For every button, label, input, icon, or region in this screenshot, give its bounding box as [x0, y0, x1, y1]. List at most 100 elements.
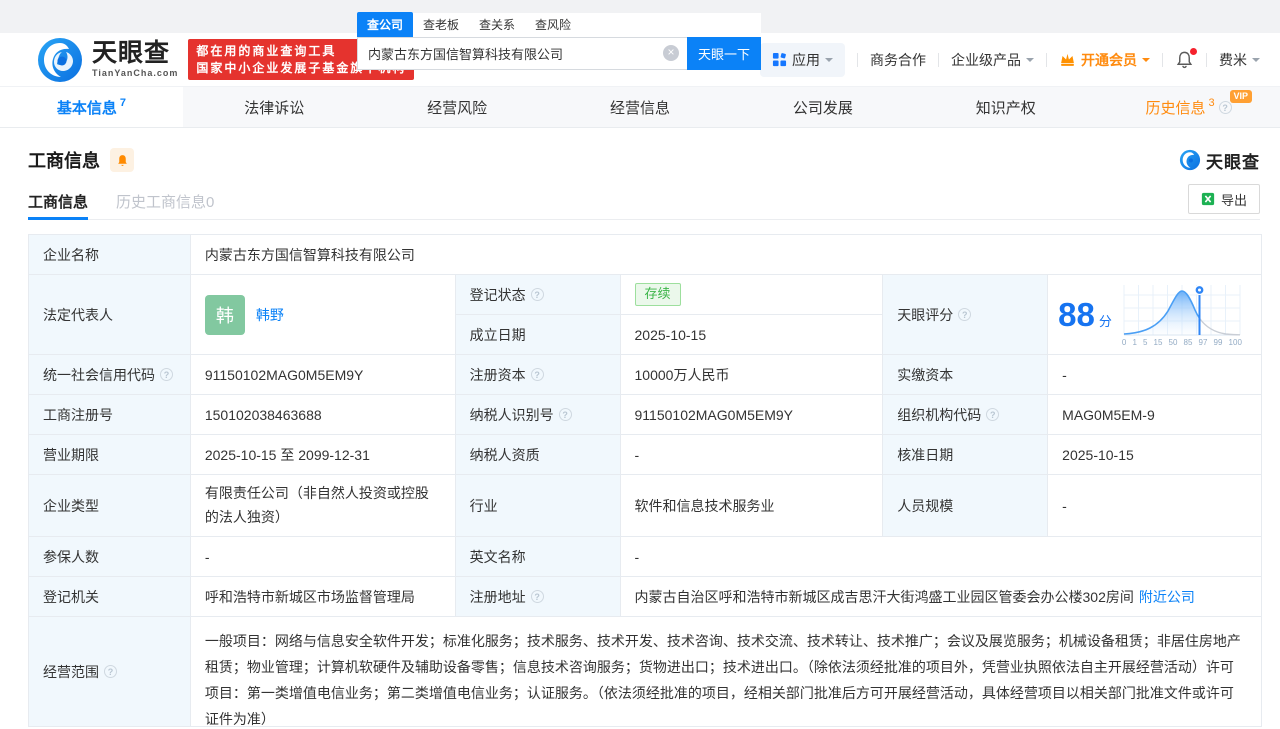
label-text: 统一社会信用代码 [43, 366, 155, 383]
search-tab-boss[interactable]: 查老板 [413, 12, 469, 37]
label-text: 经营范围 [43, 663, 99, 680]
taxpayer-id-value: 91150102MAG0M5EM9Y [634, 406, 794, 423]
label-text: 登记状态 [469, 286, 526, 303]
tab-intellectual-property[interactable]: 知识产权 [914, 87, 1097, 127]
tab-operating-risk[interactable]: 经营风险 [366, 87, 549, 127]
search-input[interactable] [357, 37, 687, 70]
reg-address-value: 内蒙古自治区呼和浩特市新城区成吉思汗大街鸿盛工业园区管委会办公楼302房间 [634, 588, 1134, 605]
tab-basic-info[interactable]: 基本信息 7 [0, 87, 183, 127]
label-text: 法定代表人 [43, 306, 113, 323]
label-text: 纳税人资质 [469, 446, 540, 463]
field-value-company-type: 有限责任公司（非自然人投资或控股的法人独资） [190, 475, 456, 537]
notification-bell[interactable] [1175, 48, 1197, 69]
tick: 100 [1228, 337, 1242, 347]
help-icon[interactable] [530, 590, 544, 603]
search-tab-risk[interactable]: 查风险 [525, 12, 581, 37]
apps-grid-icon [772, 52, 787, 67]
label-text: 人员规模 [897, 497, 954, 514]
menu-apps[interactable]: 应用 [760, 42, 845, 77]
notification-red-dot [1190, 48, 1197, 55]
menu-apps-label: 应用 [792, 51, 820, 68]
tick: 97 [1198, 337, 1208, 347]
tab-legal-proceedings-label: 法律诉讼 [244, 99, 305, 117]
field-value-reg-authority: 呼和浩特市新城区市场监督管理局 [190, 577, 456, 617]
insured-count-value: - [204, 548, 210, 565]
paid-capital-value: - [1062, 366, 1067, 383]
reg-capital-value: 10000万人民币 [634, 366, 730, 383]
establish-date-value: 2025-10-15 [634, 326, 707, 343]
tab-legal-proceedings[interactable]: 法律诉讼 [183, 87, 366, 127]
logo-name: 天眼查 [92, 39, 171, 67]
chevron-down-icon [825, 57, 833, 66]
field-value-taxpayer-quality: - [620, 435, 884, 475]
field-label-company-type: 企业类型 [29, 475, 191, 537]
label-text: 核准日期 [897, 446, 954, 463]
subtab-history-business-info[interactable]: 历史工商信息0 [116, 184, 214, 219]
help-icon[interactable] [530, 368, 544, 381]
tab-operating-info[interactable]: 经营信息 [549, 87, 732, 127]
nearby-companies-link[interactable]: 附近公司 [1139, 587, 1195, 607]
label-text: 工商注册号 [43, 406, 113, 423]
status-badge: 存续 [634, 283, 681, 306]
english-name-value: - [634, 548, 640, 565]
tab-history-info[interactable]: VIP 历史信息 3 [1097, 87, 1280, 127]
search-tab-company[interactable]: 查公司 [357, 12, 414, 37]
menu-cooperation-label: 商务合作 [870, 51, 926, 68]
help-icon[interactable] [530, 288, 544, 301]
search-tab-relation[interactable]: 查关系 [469, 12, 525, 37]
label-text: 注册地址 [469, 588, 526, 605]
field-label-reg-address: 注册地址 [455, 577, 621, 617]
user-menu[interactable]: 费米 [1219, 50, 1260, 70]
tab-operating-risk-label: 经营风险 [427, 99, 488, 117]
search-button[interactable]: 天眼一下 [687, 37, 761, 70]
legal-rep-avatar[interactable]: 韩 [204, 294, 245, 335]
vip-badge: VIP [1229, 90, 1253, 103]
field-value-insured-count: - [190, 537, 456, 577]
page: 天眼查 TianYanCha.com 都在用的商业查询工具 国家中小企业发展子基… [0, 0, 1280, 729]
field-label-taxpayer-quality: 纳税人资质 [455, 435, 621, 475]
watermark-text: 天眼查 [1206, 152, 1260, 172]
legal-rep-name-link[interactable]: 韩野 [256, 305, 284, 325]
help-icon[interactable] [160, 368, 173, 381]
label-text: 注册资本 [469, 366, 526, 383]
export-button[interactable]: 导出 [1187, 184, 1260, 214]
menu-enterprise[interactable]: 企业级产品 [951, 50, 1034, 70]
label-text: 纳税人识别号 [469, 406, 554, 423]
help-icon[interactable] [986, 408, 1000, 421]
field-value-approval-date: 2025-10-15 [1048, 435, 1262, 475]
label-text: 参保人数 [43, 548, 99, 565]
field-label-company-name: 企业名称 [29, 235, 191, 275]
field-label-credit-code: 统一社会信用代码 [29, 355, 191, 395]
help-icon[interactable] [104, 665, 117, 678]
logo-text: 天眼查 TianYanCha.com [92, 41, 178, 78]
menu-vip[interactable]: 开通会员 [1059, 50, 1150, 70]
section-head: 工商信息 天眼查 [28, 144, 1260, 176]
brand-logo[interactable]: 天眼查 TianYanCha.com [36, 36, 178, 84]
label-text: 登记机关 [43, 588, 99, 605]
help-icon[interactable] [958, 308, 972, 321]
excel-icon [1201, 192, 1215, 206]
field-label-reg-capital: 注册资本 [455, 355, 621, 395]
reg-number-value: 150102038463688 [204, 406, 322, 423]
field-label-staff-size: 人员规模 [883, 475, 1049, 537]
clear-icon[interactable] [663, 45, 679, 61]
tab-company-development[interactable]: 公司发展 [731, 87, 914, 127]
section-title: 工商信息 [28, 151, 100, 171]
field-value-score: 88 分 0 1 5 15 50 85 97 99 100 [1048, 275, 1262, 355]
menu-divider [857, 52, 858, 67]
field-value-credit-code: 91150102MAG0M5EM9Y [190, 355, 456, 395]
menu-divider [1162, 52, 1163, 67]
field-label-business-scope: 经营范围 [29, 617, 191, 727]
menu-cooperation[interactable]: 商务合作 [870, 50, 926, 70]
field-value-business-scope: 一般项目：网络与信息安全软件开发；标准化服务；技术服务、技术开发、技术咨询、技术… [190, 617, 1262, 727]
field-label-reg-status: 登记状态 [455, 275, 621, 315]
label-text: 实缴资本 [897, 366, 954, 383]
help-icon[interactable] [558, 408, 572, 421]
subtab-business-info[interactable]: 工商信息 [28, 184, 89, 220]
monitor-bell-icon[interactable] [110, 148, 134, 172]
help-icon[interactable] [1218, 100, 1232, 114]
field-value-reg-number: 150102038463688 [190, 395, 456, 435]
tick: 50 [1168, 337, 1178, 347]
field-label-paid-capital: 实缴资本 [883, 355, 1049, 395]
username-label: 费米 [1219, 51, 1247, 68]
